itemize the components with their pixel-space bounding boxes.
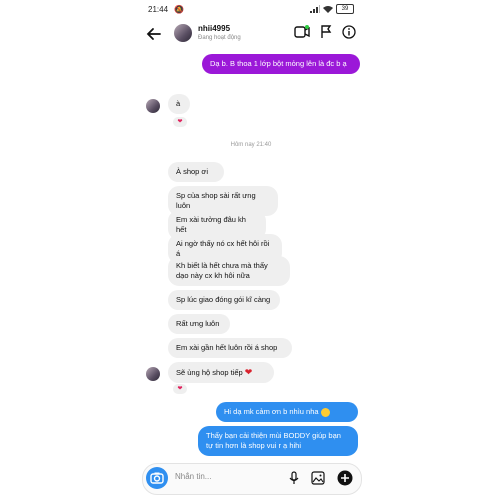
- mute-icon: 🔕: [174, 5, 184, 14]
- incoming-message[interactable]: à: [168, 94, 190, 114]
- incoming-message[interactable]: Em xài gần hết luôn rồi á shop: [168, 338, 292, 358]
- battery-icon: 39: [336, 4, 354, 14]
- heart-reaction-icon[interactable]: ❤: [172, 116, 188, 128]
- message-composer: [142, 463, 362, 495]
- avatar[interactable]: [174, 24, 192, 42]
- video-call-icon[interactable]: [294, 25, 310, 39]
- outgoing-message[interactable]: Hi dạ mk cảm ơn b nhìu nha: [216, 402, 358, 422]
- flag-icon[interactable]: [320, 25, 332, 39]
- info-icon[interactable]: [342, 25, 356, 39]
- heart-reaction-icon[interactable]: ❤: [172, 383, 188, 395]
- composer-actions: [289, 470, 353, 486]
- incoming-message[interactable]: Kh biết là hết chưa mà thấy dạo này cx k…: [168, 256, 290, 286]
- active-status: Đang hoạt động: [198, 35, 241, 41]
- username[interactable]: nhii4995: [198, 24, 230, 33]
- microphone-icon[interactable]: [289, 471, 299, 485]
- status-right: 39: [310, 4, 354, 14]
- heart-emoji-icon: ❤: [244, 367, 253, 377]
- message-input[interactable]: [173, 471, 277, 482]
- camera-icon: [150, 472, 164, 484]
- sender-avatar[interactable]: [146, 367, 160, 381]
- sender-avatar[interactable]: [146, 99, 160, 113]
- camera-button[interactable]: [146, 467, 168, 489]
- header-actions: [294, 25, 356, 39]
- incoming-message[interactable]: Sẽ ủng hộ shop tiếp ❤: [168, 362, 274, 383]
- chat-header: nhii4995 Đang hoạt động: [140, 20, 362, 50]
- add-icon[interactable]: [337, 470, 353, 486]
- outgoing-message[interactable]: Dạ b. B thoa 1 lớp bột mỏng lên là đc b …: [202, 54, 360, 74]
- outgoing-message[interactable]: Thấy bạn cải thiện mùi BODDY giúp bạn tự…: [198, 426, 358, 456]
- message-text: Sẽ ủng hộ shop tiếp: [176, 368, 243, 377]
- incoming-message[interactable]: Rất ưng luôn: [168, 314, 230, 334]
- timestamp: Hôm nay 21:40: [230, 142, 272, 148]
- message-list: Dạ b. B thoa 1 lớp bột mỏng lên là đc b …: [140, 50, 362, 460]
- signal-icon: [310, 5, 320, 13]
- back-arrow-icon[interactable]: [144, 24, 164, 44]
- wifi-icon: [323, 6, 333, 13]
- message-text: Hi dạ mk cảm ơn b nhìu nha: [224, 407, 319, 416]
- chat-screen: 21:44 🔕 39 nhii4995 Đang hoạt động Dạ b.…: [140, 0, 362, 498]
- status-time: 21:44: [148, 5, 169, 14]
- status-bar: 21:44 🔕 39: [140, 0, 362, 20]
- heart-eyes-emoji-icon: [320, 407, 330, 417]
- incoming-message[interactable]: Sp lúc giao đóng gói kĩ càng: [168, 290, 280, 310]
- incoming-message[interactable]: À shop ơi: [168, 162, 224, 182]
- gallery-icon[interactable]: [311, 471, 325, 485]
